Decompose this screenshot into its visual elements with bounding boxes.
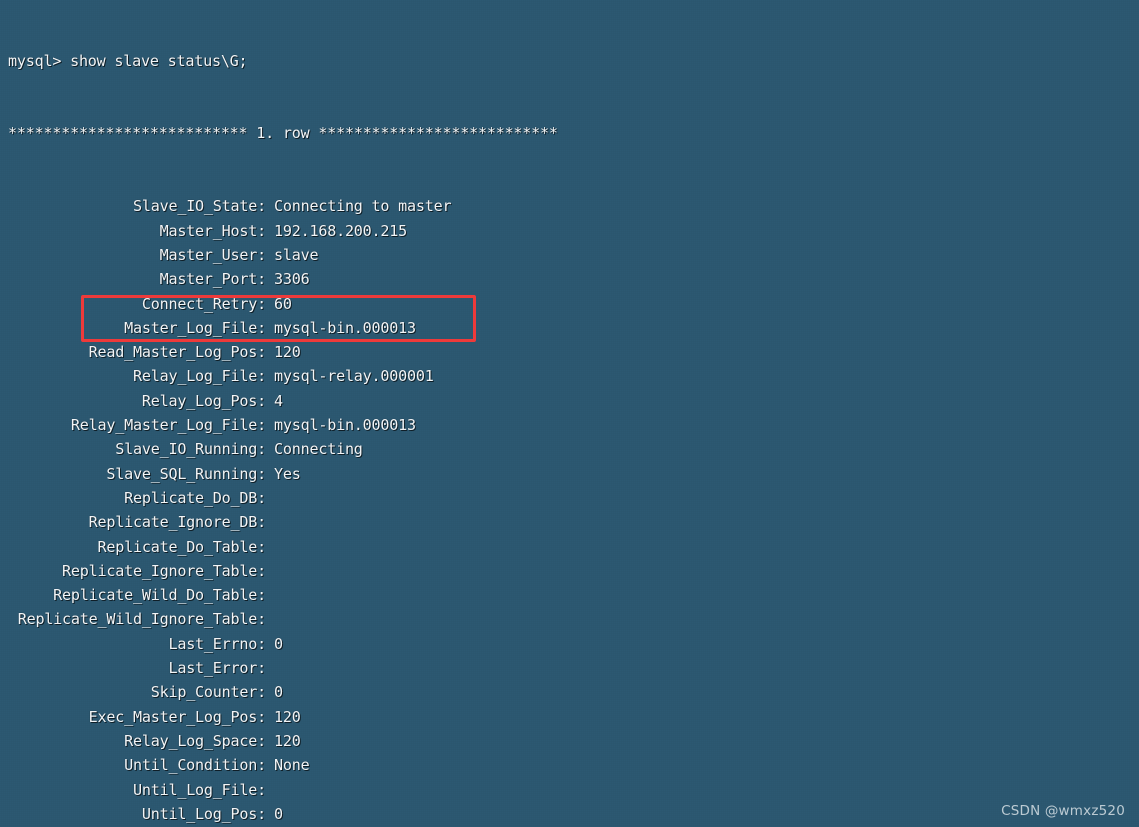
status-row: Read_Master_Log_Pos: 120 [0, 340, 1139, 364]
status-row: Slave_IO_Running: Connecting [0, 437, 1139, 461]
status-row-value: mysql-bin.000013 [274, 416, 416, 435]
status-row: Until_Condition: None [0, 753, 1139, 777]
status-row-value: Connecting to master [274, 197, 452, 216]
status-row-label: Last_Errno: [168, 634, 266, 653]
status-row: Until_Log_Pos: 0 [0, 802, 1139, 826]
status-row: Last_Error: [0, 656, 1139, 680]
status-row: Relay_Master_Log_File: mysql-bin.000013 [0, 413, 1139, 437]
command-prompt-line: mysql> show slave status\G; [8, 51, 248, 70]
status-row-label: Replicate_Do_DB: [124, 488, 266, 507]
status-row-label: Relay_Log_Pos: [141, 391, 266, 410]
status-row-label: Slave_SQL_Running: [106, 464, 266, 483]
status-row: Exec_Master_Log_Pos: 120 [0, 705, 1139, 729]
status-row-value: 192.168.200.215 [274, 221, 408, 240]
status-row-value: 0 [274, 634, 283, 653]
status-row: Master_User: slave [0, 243, 1139, 267]
status-row: Master_Host: 192.168.200.215 [0, 219, 1139, 243]
status-row-label: Exec_Master_Log_Pos: [88, 707, 267, 726]
status-row-label: Connect_Retry: [141, 294, 266, 313]
status-row: Until_Log_File: [0, 778, 1139, 802]
status-row-value: None [274, 756, 310, 775]
status-row-label: Until_Condition: [124, 756, 266, 775]
status-row-label: Master_Log_File: [124, 318, 266, 337]
status-row: Replicate_Do_DB: [0, 486, 1139, 510]
status-row-label: Last_Error: [168, 659, 266, 678]
status-row-value: 120 [274, 731, 301, 750]
status-row-value: Yes [274, 464, 301, 483]
status-row-label: Relay_Master_Log_File: [70, 416, 266, 435]
status-row-label: Replicate_Wild_Do_Table: [53, 586, 266, 605]
status-row-value: 3306 [274, 270, 310, 289]
status-row-value: 60 [274, 294, 292, 313]
status-row: Slave_SQL_Running: Yes [0, 462, 1139, 486]
status-row: Master_Log_File: mysql-bin.000013 [0, 316, 1139, 340]
status-row: Replicate_Do_Table: [0, 535, 1139, 559]
status-row-value: 0 [274, 683, 283, 702]
status-row-label: Relay_Log_File: [132, 367, 266, 386]
status-row-label: Master_User: [159, 245, 267, 264]
status-row-label: Master_Port: [159, 270, 267, 289]
status-row: Last_Errno: 0 [0, 632, 1139, 656]
status-row-list: Slave_IO_State: Connecting to master Maste… [0, 194, 1139, 827]
status-row-label: Replicate_Ignore_Table: [62, 561, 266, 580]
watermark-label: CSDN @wmxz520 [1001, 803, 1125, 819]
terminal-window[interactable]: mysql> show slave status\G; ************… [0, 0, 1139, 827]
status-row-value: mysql-relay.000001 [274, 367, 434, 386]
status-row-value: 0 [274, 804, 283, 823]
status-row-label: Replicate_Do_Table: [97, 537, 267, 556]
status-row-label: Until_Log_File: [132, 780, 266, 799]
status-row: Replicate_Ignore_Table: [0, 559, 1139, 583]
status-row: Connect_Retry: 60 [0, 292, 1139, 316]
status-row-label: Read_Master_Log_Pos: [88, 343, 267, 362]
status-row-label: Slave_IO_State: [132, 197, 266, 216]
status-row: Relay_Log_Space: 120 [0, 729, 1139, 753]
status-row-value: 4 [274, 391, 283, 410]
status-row-value: Connecting [274, 440, 363, 459]
status-row-label: Replicate_Wild_Ignore_Table: [17, 610, 267, 629]
status-row: Master_Port: 3306 [0, 267, 1139, 291]
status-row-label: Skip_Counter: [150, 683, 267, 702]
status-row-value: 120 [274, 343, 301, 362]
status-row: Slave_IO_State: Connecting to master [0, 194, 1139, 218]
terminal-output: mysql> show slave status\G; ************… [0, 0, 1139, 827]
status-row: Replicate_Wild_Ignore_Table: [0, 607, 1139, 631]
status-row-value: 120 [274, 707, 301, 726]
status-row: Replicate_Wild_Do_Table: [0, 583, 1139, 607]
status-row-label: Until_Log_Pos: [141, 804, 266, 823]
status-row: Relay_Log_File: mysql-relay.000001 [0, 364, 1139, 388]
status-row-value: slave [274, 245, 319, 264]
status-row: Replicate_Ignore_DB: [0, 510, 1139, 534]
row-separator-line: *************************** 1. row *****… [8, 124, 558, 143]
status-row-label: Relay_Log_Space: [124, 731, 266, 750]
status-row-label: Slave_IO_Running: [115, 440, 266, 459]
status-row: Relay_Log_Pos: 4 [0, 389, 1139, 413]
status-row-value: mysql-bin.000013 [274, 318, 416, 337]
status-row: Skip_Counter: 0 [0, 680, 1139, 704]
status-row-label: Replicate_Ignore_DB: [88, 513, 267, 532]
status-row-label: Master_Host: [159, 221, 267, 240]
